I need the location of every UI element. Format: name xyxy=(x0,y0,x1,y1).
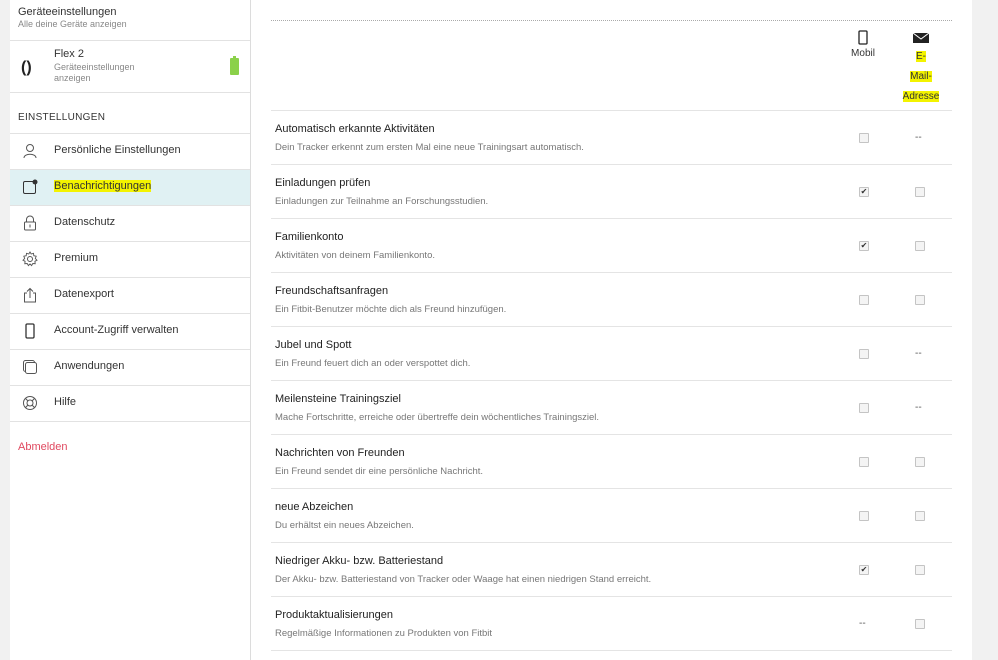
notification-icon xyxy=(23,179,38,194)
column-label-mobile: Mobil xyxy=(851,48,875,59)
mobile-checkbox[interactable] xyxy=(859,349,869,359)
notification-description: Der Akku- bzw. Batteriestand von Tracker… xyxy=(275,574,652,585)
device-name: Flex 2 xyxy=(54,48,84,60)
mobile-checkbox[interactable] xyxy=(859,511,869,521)
notification-title: Freundschaftsanfragen xyxy=(275,285,389,297)
column-header-email: E- Mail- Adresse xyxy=(896,31,946,107)
gear-icon xyxy=(22,251,38,267)
sidebar: Geräteeinstellungen Alle deine Geräte an… xyxy=(10,0,251,660)
notification-description: Mache Fortschritte, erreiche oder übertr… xyxy=(275,412,600,423)
phone-icon xyxy=(858,30,868,45)
sidebar-item-label: Benachrichtigungen xyxy=(54,180,152,192)
device-settings-header[interactable]: Geräteeinstellungen Alle deine Geräte an… xyxy=(18,6,127,29)
export-icon xyxy=(24,287,36,303)
device-settings-title: Geräteeinstellungen xyxy=(18,6,117,18)
sidebar-item-label: Hilfe xyxy=(54,396,77,408)
table-row: Meilensteine Trainingsziel Mache Fortschr… xyxy=(271,380,952,434)
column-header-mobile: Mobil xyxy=(841,30,885,59)
table-row: Einladungen prüfen Einladungen zur Teilna… xyxy=(271,164,952,218)
email-checkbox[interactable] xyxy=(915,511,925,521)
mobile-checkbox[interactable]: ✔ xyxy=(859,187,869,197)
mobile-checkbox[interactable]: ✔ xyxy=(859,565,869,575)
notification-description: Aktivitäten von deinem Familienkonto. xyxy=(275,250,435,261)
email-checkbox[interactable] xyxy=(915,565,925,575)
logout-link[interactable]: Abmelden xyxy=(18,441,68,453)
notification-description: Ein Freund sendet dir eine persönliche N… xyxy=(275,466,484,477)
mobile-checkbox[interactable] xyxy=(859,457,869,467)
divider xyxy=(271,20,952,21)
table-row: Freundschaftsanfragen Ein Fitbit-Benutzer… xyxy=(271,272,952,326)
notifications-panel: Mobil E- Mail- Adresse Automatisch erkan… xyxy=(251,0,972,660)
email-not-available: -- xyxy=(915,402,922,413)
sidebar-item-label: Account-Zugriff verwalten xyxy=(54,324,179,336)
mobile-not-available: -- xyxy=(859,618,866,629)
email-checkbox[interactable] xyxy=(915,295,925,305)
notification-title: Produktaktualisierungen xyxy=(275,609,394,621)
notification-title: Familienkonto xyxy=(275,231,344,243)
sidebar-item-apps[interactable]: Anwendungen xyxy=(10,350,250,386)
notification-title: Jubel und Spott xyxy=(275,339,352,351)
notification-description: Ein Fitbit-Benutzer möchte dich als Freu… xyxy=(275,304,507,315)
divider xyxy=(10,92,250,93)
notification-title: neue Abzeichen xyxy=(275,501,354,513)
sidebar-item-help[interactable]: Hilfe xyxy=(10,386,250,422)
phone-icon xyxy=(25,323,35,339)
sidebar-item-label: Premium xyxy=(54,252,99,264)
mobile-checkbox[interactable] xyxy=(859,133,869,143)
notification-title: Niedriger Akku- bzw. Batteriestand xyxy=(275,555,444,567)
sidebar-item-label: Persönliche Einstellungen xyxy=(54,144,181,156)
battery-icon xyxy=(230,56,239,75)
mobile-checkbox[interactable]: ✔ xyxy=(859,241,869,251)
email-not-available: -- xyxy=(915,132,922,143)
table-row: Niedriger Akku- bzw. Batteriestand Der Ak… xyxy=(271,542,952,596)
notification-description: Dein Tracker erkennt zum ersten Mal eine… xyxy=(275,142,584,153)
notification-description: Regelmäßige Informationen zu Produkten v… xyxy=(275,628,493,639)
settings-menu: Persönliche Einstellungen Benachrichtigu… xyxy=(10,133,250,422)
table-row: Jubel und Spott Ein Freund feuert dich an… xyxy=(271,326,952,380)
notification-title: Meilensteine Trainingsziel xyxy=(275,393,401,405)
envelope-icon xyxy=(913,33,929,43)
device-settings-link[interactable]: Geräteeinstellungen anzeigen xyxy=(54,62,164,84)
notification-title: Einladungen prüfen xyxy=(275,177,371,189)
sidebar-item-privacy[interactable]: Datenschutz xyxy=(10,206,250,242)
sidebar-item-export[interactable]: Datenexport xyxy=(10,278,250,314)
mobile-checkbox[interactable] xyxy=(859,295,869,305)
email-checkbox[interactable] xyxy=(915,619,925,629)
divider xyxy=(271,650,952,651)
notification-description: Ein Freund feuert dich an oder verspotte… xyxy=(275,358,471,369)
email-checkbox[interactable] xyxy=(915,457,925,467)
email-not-available: -- xyxy=(915,348,922,359)
column-label-email: Adresse xyxy=(902,91,940,102)
sidebar-item-personal[interactable]: Persönliche Einstellungen xyxy=(10,133,250,170)
table-row: Produktaktualisierungen Regelmäßige Infor… xyxy=(271,596,952,650)
device-settings-subtitle[interactable]: Alle deine Geräte anzeigen xyxy=(18,19,127,29)
notification-title: Automatisch erkannte Aktivitäten xyxy=(275,123,435,135)
person-icon xyxy=(23,144,37,159)
notification-title: Nachrichten von Freunden xyxy=(275,447,405,459)
notification-description: Einladungen zur Teilnahme an Forschungss… xyxy=(275,196,489,207)
notification-description: Du erhältst ein neues Abzeichen. xyxy=(275,520,414,531)
lock-icon xyxy=(24,215,36,231)
sidebar-item-account-access[interactable]: Account-Zugriff verwalten xyxy=(10,314,250,350)
sidebar-item-label: Anwendungen xyxy=(54,360,125,372)
column-label-email: Mail- xyxy=(910,71,932,82)
sidebar-item-label: Datenschutz xyxy=(54,216,116,228)
sidebar-item-label: Datenexport xyxy=(54,288,114,300)
device-item-flex2[interactable]: () Flex 2 Geräteeinstellungen anzeigen xyxy=(10,41,250,92)
table-row: Familienkonto Aktivitäten von deinem Fami… xyxy=(271,218,952,272)
table-row: Nachrichten von Freunden Ein Freund sende… xyxy=(271,434,952,488)
mobile-checkbox[interactable] xyxy=(859,403,869,413)
table-row: Automatisch erkannte Aktivitäten Dein Tra… xyxy=(271,110,952,164)
notification-rows: Automatisch erkannte Aktivitäten Dein Tra… xyxy=(271,110,952,651)
sidebar-item-premium[interactable]: Premium xyxy=(10,242,250,278)
table-row: neue Abzeichen Du erhältst ein neues Abze… xyxy=(271,488,952,542)
lifebuoy-icon xyxy=(23,396,37,410)
column-label-email: E- xyxy=(916,51,926,62)
email-checkbox[interactable] xyxy=(915,187,925,197)
settings-heading: EINSTELLUNGEN xyxy=(18,112,106,123)
email-checkbox[interactable] xyxy=(915,241,925,251)
sidebar-item-notifications[interactable]: Benachrichtigungen xyxy=(10,170,250,206)
tracker-icon: () xyxy=(21,59,32,76)
apps-icon xyxy=(23,360,37,374)
